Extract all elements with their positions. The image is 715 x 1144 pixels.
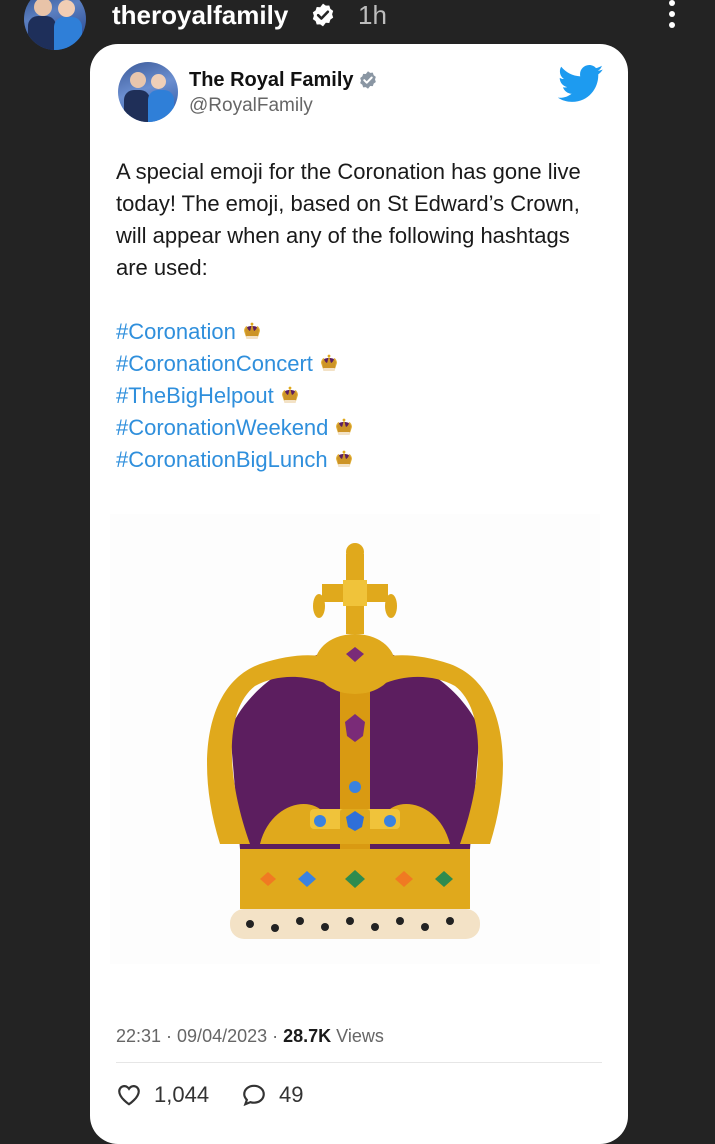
tweet-display-name[interactable]: The Royal Family <box>189 68 354 92</box>
hashtag-item[interactable]: #TheBigHelpout <box>116 380 596 412</box>
hashtag-list: #Coronation #CoronationConcert #TheBigHe… <box>116 316 596 476</box>
story-username[interactable]: theroyalfamily <box>112 0 288 30</box>
tweet-meta: 22:31 · 09/04/2023 · 28.7K Views <box>116 1024 384 1048</box>
views-label: Views <box>331 1026 384 1046</box>
tweet-text: A special emoji for the Coronation has g… <box>116 159 581 280</box>
story-avatar[interactable] <box>24 0 86 50</box>
hashtag-link[interactable]: #CoronationWeekend <box>116 415 328 440</box>
story-header: theroyalfamily 1h <box>0 0 715 50</box>
tweet-timestamp: 22:31 · 09/04/2023 · <box>116 1026 284 1046</box>
verified-badge-icon <box>312 3 334 27</box>
tweet-handle[interactable]: @RoyalFamily <box>189 94 313 118</box>
crown-emoji-icon <box>320 354 337 371</box>
tweet-card: The Royal Family @RoyalFamily A special … <box>90 44 628 1144</box>
twitter-bird-icon[interactable] <box>558 64 604 104</box>
crown-emoji-icon <box>243 322 260 339</box>
views-count: 28.7K <box>283 1026 332 1046</box>
crown-emoji-icon <box>336 418 353 435</box>
crown-emoji-icon <box>335 450 352 467</box>
verified-badge-icon <box>360 71 376 89</box>
hashtag-link[interactable]: #TheBigHelpout <box>116 383 274 408</box>
hashtag-item[interactable]: #CoronationWeekend <box>116 412 596 444</box>
heart-icon <box>118 1085 140 1106</box>
crown-emoji-image[interactable] <box>110 514 600 964</box>
reply-count: 49 <box>279 1082 304 1107</box>
divider <box>116 1062 602 1063</box>
hashtag-link[interactable]: #CoronationBigLunch <box>116 447 328 472</box>
tweet-avatar[interactable] <box>118 62 178 122</box>
crown-emoji-icon <box>281 386 298 403</box>
story-time: 1h <box>358 0 387 30</box>
hashtag-item[interactable]: #Coronation <box>116 316 596 348</box>
hashtag-link[interactable]: #CoronationConcert <box>116 351 313 376</box>
hashtag-link[interactable]: #Coronation <box>116 319 236 344</box>
crown-illustration <box>207 543 503 939</box>
like-count: 1,044 <box>154 1082 210 1107</box>
hashtag-item[interactable]: #CoronationConcert <box>116 348 596 380</box>
more-vertical-icon[interactable] <box>662 0 682 30</box>
hashtag-item[interactable]: #CoronationBigLunch <box>116 444 596 476</box>
comment-icon <box>243 1084 265 1107</box>
